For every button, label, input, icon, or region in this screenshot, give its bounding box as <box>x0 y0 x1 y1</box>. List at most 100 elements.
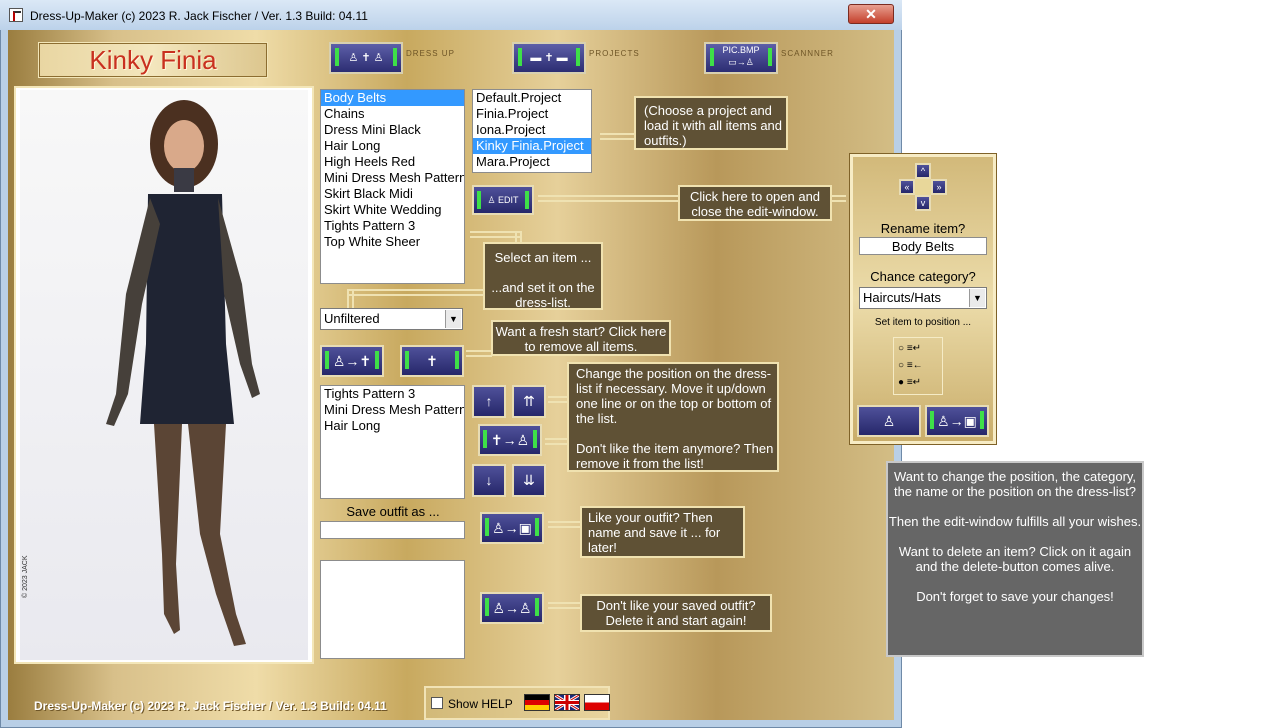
tip-select: Select an item ... ...and set it on the … <box>483 242 603 310</box>
saved-outfits-list[interactable] <box>320 560 465 659</box>
delete-outfit-button[interactable]: ♙→♙ <box>480 592 544 624</box>
list-item[interactable]: Skirt White Wedding <box>321 202 464 218</box>
dpad-up-button[interactable]: ^ <box>915 163 931 179</box>
add-to-dress-list-button[interactable]: ♙→✝ <box>320 345 384 377</box>
footer-options: Show HELP <box>424 686 610 720</box>
list-item[interactable]: Chains <box>321 106 464 122</box>
scanner-pic-label: PIC.BMP <box>722 45 760 55</box>
projects-nav-button[interactable]: ▬ ✝ ▬ <box>512 42 586 74</box>
move-up-button[interactable]: ↑ <box>472 385 506 418</box>
tip-arrow <box>548 521 582 528</box>
uk-flag-icon[interactable] <box>554 694 580 711</box>
delete-item-button[interactable]: ♙ <box>857 405 921 437</box>
items-list[interactable]: Body Belts Chains Dress Mini Black Hair Lon… <box>320 89 465 284</box>
title-bar[interactable]: Dress-Up-Maker (c) 2023 R. Jack Fischer … <box>0 0 902 30</box>
project-title: Kinky Finia <box>89 45 217 75</box>
list-item[interactable]: Mini Dress Mesh Pattern <box>321 402 464 418</box>
arrow-up-icon: ↑ <box>485 393 493 409</box>
list-item[interactable]: Mara.Project <box>473 154 591 170</box>
figure-icon: ▬ ✝ ▬ <box>530 52 568 64</box>
show-help-label: Show HELP <box>448 697 513 711</box>
category-filter-select[interactable]: Unfiltered ▼ <box>320 308 463 330</box>
tip-edit: Click here to open and close the edit-wi… <box>678 185 832 221</box>
list-item[interactable]: Mini Dress Mesh Pattern <box>321 170 464 186</box>
rename-input[interactable] <box>859 237 987 255</box>
category-label: Chance category? <box>870 269 976 284</box>
chevron-down-icon: ▼ <box>445 310 461 328</box>
arrow-down-icon: ↓ <box>485 472 493 488</box>
list-item[interactable]: Top White Sheer <box>321 234 464 250</box>
scanner-nav-label: SCANNNER <box>781 49 834 58</box>
model-preview: © 2023 JACK <box>14 86 314 664</box>
list-item[interactable]: Tights Pattern 3 <box>321 218 464 234</box>
double-arrow-up-icon: ⇈ <box>523 393 535 409</box>
project-title-panel: Kinky Finia <box>38 42 268 78</box>
edit-button[interactable]: ♙ EDIT <box>472 185 534 215</box>
double-arrow-down-icon: ⇊ <box>523 472 535 488</box>
delete-outfit-icon: ♙→♙ <box>492 600 532 616</box>
tip-project: (Choose a project and load it with all i… <box>634 96 788 150</box>
dress-up-nav-button[interactable]: ♙ ✝ ♙ <box>329 42 403 74</box>
list-item[interactable]: Dress Mini Black <box>321 122 464 138</box>
list-item[interactable]: Skirt Black Midi <box>321 186 464 202</box>
dpad-right-button[interactable]: » <box>931 179 947 195</box>
list-item[interactable]: Default.Project <box>473 90 591 106</box>
list-item[interactable]: Body Belts <box>321 90 464 106</box>
projects-list[interactable]: Default.Project Finia.Project Iona.Project… <box>472 89 592 173</box>
dress-figure-icon: ♙ ✝ ♙ <box>348 52 384 64</box>
save-outfit-label: Save outfit as ... <box>346 504 440 519</box>
category-select[interactable]: Haircuts/Hats ▼ <box>859 287 987 309</box>
tip-arrow <box>832 195 846 202</box>
position-label: Set item to position ... <box>874 317 972 328</box>
move-top-button[interactable]: ⇈ <box>512 385 546 418</box>
figure-icon: ✝ <box>426 353 438 369</box>
dpad-left-button[interactable]: « <box>899 179 915 195</box>
list-item[interactable]: Kinky Finia.Project <box>473 138 591 154</box>
edit-window: ^ « » v Rename item? Chance category? Ha… <box>850 154 996 444</box>
close-button[interactable]: ✕ <box>848 4 894 24</box>
dress-icon: ♙ <box>487 195 499 205</box>
dress-list[interactable]: Tights Pattern 3 Mini Dress Mesh Pattern H… <box>320 385 465 499</box>
chevron-down-icon: ▼ <box>969 289 985 307</box>
polish-flag-icon[interactable] <box>584 694 610 711</box>
move-bottom-button[interactable]: ⇊ <box>512 464 546 497</box>
scanner-nav-button[interactable]: PIC.BMP ▭→♙ <box>704 42 778 74</box>
remove-all-items-button[interactable]: ✝ <box>400 345 464 377</box>
info-panel: Want to change the position, the categor… <box>886 461 1144 657</box>
show-help-checkbox[interactable] <box>431 697 443 709</box>
position-current-radio[interactable]: ○ ≡← <box>898 360 923 371</box>
projects-nav-label: PROJECTS <box>589 49 640 58</box>
list-item[interactable]: Finia.Project <box>473 106 591 122</box>
list-item[interactable]: Hair Long <box>321 418 464 434</box>
save-disk-icon: ♙→▣ <box>937 413 977 429</box>
add-item-icon: ♙→✝ <box>332 353 372 369</box>
remove-from-list-button[interactable]: ✝→♙ <box>478 424 542 456</box>
tip-arrow <box>600 133 635 140</box>
tip-arrow <box>548 602 582 609</box>
german-flag-icon[interactable] <box>524 694 550 711</box>
tip-delete: Don't like your saved outfit? Delete it … <box>580 594 772 632</box>
window-title: Dress-Up-Maker (c) 2023 R. Jack Fischer … <box>30 9 368 23</box>
save-disk-icon: ♙→▣ <box>492 520 532 536</box>
tip-position: Change the position on the dress-list if… <box>567 362 779 472</box>
dpad-down-button[interactable]: v <box>915 195 931 211</box>
footer-version: Dress-Up-Maker (c) 2023 R. Jack Fischer … <box>34 699 387 713</box>
position-dpad[interactable]: ^ « » v <box>899 163 947 211</box>
list-item[interactable]: Iona.Project <box>473 122 591 138</box>
list-item[interactable]: Tights Pattern 3 <box>321 386 464 402</box>
move-down-button[interactable]: ↓ <box>472 464 506 497</box>
position-radio-group: ○ ≡↵ ○ ≡← ● ≡↵ <box>893 337 943 395</box>
model-figure-image <box>106 100 260 646</box>
tip-arrow <box>538 195 678 202</box>
outfit-name-input[interactable] <box>320 521 465 539</box>
save-changes-button[interactable]: ♙→▣ <box>925 405 989 437</box>
tip-save: Like your outfit? Then name and save it … <box>580 506 745 558</box>
list-item[interactable]: High Heels Red <box>321 154 464 170</box>
position-top-radio[interactable]: ○ ≡↵ <box>898 343 921 354</box>
list-item[interactable]: Hair Long <box>321 138 464 154</box>
position-bottom-radio[interactable]: ● ≡↵ <box>898 377 921 388</box>
scanner-icon: ▭→♙ <box>728 57 754 67</box>
tip-arrow <box>470 231 520 238</box>
save-outfit-button[interactable]: ♙→▣ <box>480 512 544 544</box>
tip-arrow <box>548 396 568 403</box>
